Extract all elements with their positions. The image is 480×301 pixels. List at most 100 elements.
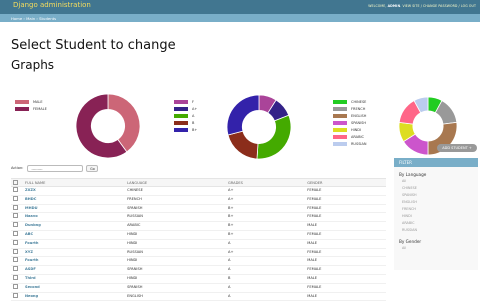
row-checkbox[interactable]: [13, 239, 18, 245]
legend-item[interactable]: A: [174, 112, 197, 119]
table-row[interactable]: BHDC FRENCH A+ FEMALE: [11, 195, 386, 205]
table-row[interactable]: ABC HINDI B+ FEMALE: [11, 230, 386, 240]
legend-item[interactable]: FEMALE: [15, 105, 47, 112]
legend-item[interactable]: CHINESE: [333, 98, 366, 105]
row-checkbox[interactable]: [13, 248, 18, 254]
col-header-grades[interactable]: GRADES: [226, 178, 306, 187]
row-checkbox[interactable]: [13, 195, 18, 201]
table-row[interactable]: XYZ RUSSIAN A+ FEMALE: [11, 248, 386, 258]
row-checkbox[interactable]: [13, 292, 18, 298]
gender-cell: FEMALE: [305, 248, 386, 258]
full-name-cell[interactable]: MHDU: [23, 204, 126, 214]
row-select-cell[interactable]: [11, 204, 23, 214]
row-select-cell[interactable]: [11, 186, 23, 196]
full-name-cell[interactable]: Naavo: [23, 212, 126, 223]
full-name-cell[interactable]: Fourth: [23, 256, 126, 267]
legend-swatch: [174, 120, 188, 125]
select-all-header[interactable]: [11, 178, 23, 187]
full-name-cell[interactable]: Neong: [23, 292, 126, 301]
table-row[interactable]: Naavo RUSSIAN B+ FEMALE: [11, 212, 386, 223]
full-name-cell[interactable]: ABC: [23, 230, 126, 240]
legend-label: FEMALE: [33, 106, 47, 111]
username: ADMIN: [387, 4, 401, 8]
full-name-cell[interactable]: XYZ: [23, 248, 126, 258]
site-brand[interactable]: Django administration: [13, 1, 91, 9]
row-select-cell[interactable]: [11, 221, 23, 231]
filter-option[interactable]: SPANISH: [394, 192, 478, 199]
legend-item[interactable]: RUSSIAN: [333, 140, 366, 147]
table-row[interactable]: Fourth HINDI A MALE: [11, 256, 386, 267]
row-select-cell[interactable]: [11, 230, 23, 240]
full-name-cell[interactable]: BHDC: [23, 195, 126, 205]
row-checkbox[interactable]: [13, 274, 18, 280]
legend-label: F: [192, 99, 195, 104]
row-select-cell[interactable]: [11, 283, 23, 293]
action-select[interactable]: ---------: [27, 164, 84, 172]
table-row[interactable]: Fourth HINDI A MALE: [11, 239, 386, 249]
col-header-full-name[interactable]: FULL NAME: [23, 178, 126, 187]
row-select-cell[interactable]: [11, 248, 23, 258]
table-row[interactable]: Third HINDI B MALE: [11, 274, 386, 284]
language-cell: ENGLISH: [125, 292, 227, 301]
filter-panel: FILTER By Language All CHINESE SPANISH ENGL…: [394, 158, 478, 270]
col-header-gender[interactable]: GENDER: [305, 178, 386, 187]
row-checkbox[interactable]: [13, 283, 18, 289]
row-checkbox[interactable]: [13, 213, 18, 219]
filter-option[interactable]: ARABIC: [394, 220, 478, 227]
legend-item[interactable]: A+: [174, 105, 197, 112]
full-name-cell[interactable]: ASDF: [23, 265, 126, 275]
row-checkbox[interactable]: [13, 222, 18, 228]
row-select-cell[interactable]: [11, 212, 23, 223]
donut-slice[interactable]: [227, 130, 259, 160]
table-row[interactable]: Second SPANISH A FEMALE: [11, 283, 386, 293]
legend-item[interactable]: FRENCH: [333, 105, 366, 112]
row-checkbox[interactable]: [13, 187, 18, 192]
legend-item[interactable]: ENGLISH: [333, 112, 366, 119]
legend-item[interactable]: MALE: [15, 98, 47, 105]
breadcrumb-text[interactable]: Home › Main › Students: [11, 16, 56, 21]
row-select-cell[interactable]: [11, 239, 23, 249]
full-name-cell[interactable]: Second: [23, 283, 126, 293]
table-row[interactable]: ZXZX CHINESE A+ FEMALE: [11, 186, 386, 196]
legend-item[interactable]: F: [174, 98, 197, 105]
legend-item[interactable]: SPANISH: [333, 119, 366, 126]
table-row[interactable]: Dunbng ARABIC B+ MALE: [11, 221, 386, 231]
grades-cell: A+: [226, 248, 306, 258]
row-checkbox[interactable]: [13, 266, 18, 272]
filter-option[interactable]: All: [394, 245, 478, 252]
table-row[interactable]: Neong ENGLISH A MALE: [11, 292, 386, 301]
filter-option[interactable]: All: [394, 178, 478, 185]
row-checkbox[interactable]: [13, 230, 18, 236]
filter-option[interactable]: FRENCH: [394, 206, 478, 213]
full-name-cell[interactable]: ZXZX: [23, 186, 126, 196]
row-checkbox[interactable]: [13, 204, 18, 210]
donut-slice[interactable]: [256, 114, 292, 160]
col-header-language[interactable]: LANGUAGE: [125, 178, 227, 187]
full-name-cell[interactable]: Third: [23, 274, 126, 284]
row-select-cell[interactable]: [11, 274, 23, 284]
legend-item[interactable]: B: [174, 119, 197, 126]
filter-option[interactable]: RUSSIAN: [394, 227, 478, 234]
row-checkbox[interactable]: [13, 257, 18, 263]
legend-item[interactable]: B+: [174, 126, 197, 133]
filter-option[interactable]: CHINESE: [394, 185, 478, 192]
gender-cell: FEMALE: [305, 186, 386, 196]
add-student-button[interactable]: ADD STUDENT +: [437, 144, 477, 152]
table-row[interactable]: MHDU SPANISH B+ FEMALE: [11, 204, 386, 214]
legend-item[interactable]: HINDI: [333, 126, 366, 133]
row-select-cell[interactable]: [11, 265, 23, 275]
row-select-cell[interactable]: [11, 256, 23, 267]
filter-option[interactable]: HINDI: [394, 213, 478, 220]
user-links[interactable]: . VIEW SITE / CHANGE PASSWORD / LOG OUT: [400, 4, 476, 8]
row-select-cell[interactable]: [11, 292, 23, 301]
table-row[interactable]: ASDF SPANISH A FEMALE: [11, 265, 386, 275]
legend-item[interactable]: ARABIC: [333, 133, 366, 140]
full-name-cell[interactable]: Dunbng: [23, 221, 126, 231]
full-name-cell[interactable]: Fourth: [23, 239, 126, 249]
go-button[interactable]: Go: [86, 164, 99, 172]
donut-slice[interactable]: [226, 94, 260, 136]
legend-label: B: [192, 120, 195, 125]
filter-option[interactable]: ENGLISH: [394, 199, 478, 206]
row-select-cell[interactable]: [11, 195, 23, 205]
select-all-checkbox[interactable]: [13, 179, 18, 185]
